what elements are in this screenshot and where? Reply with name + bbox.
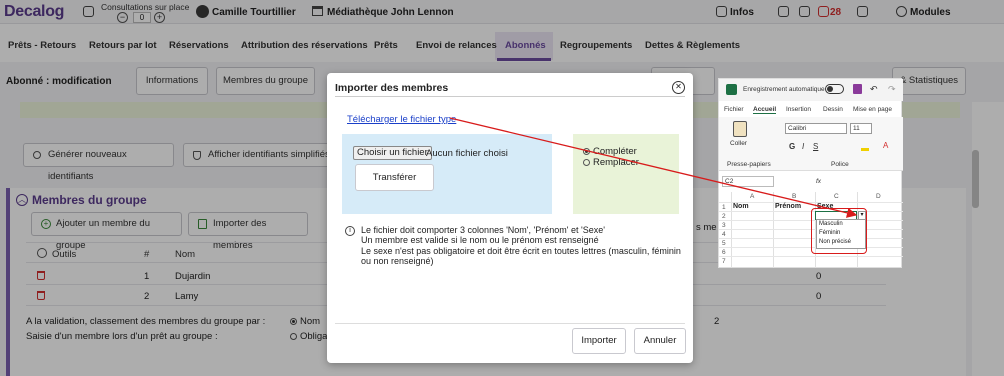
import-modal: Importer des membres ✕ Télécharger le fi… (327, 73, 693, 363)
download-template-link[interactable]: Télécharger le fichier type (347, 114, 456, 125)
transfer-button[interactable]: Transférer (355, 164, 434, 191)
excel-ribbon: Coller Presse-papiers Calibri 11 G I S A… (719, 117, 903, 171)
divider (335, 323, 685, 324)
option-complete[interactable]: Compléter (583, 146, 637, 157)
option-complete-label: Compléter (593, 146, 637, 157)
bold-icon[interactable]: G (789, 142, 795, 151)
fill-color-icon[interactable] (861, 143, 869, 151)
redo-icon[interactable]: ↷ (888, 84, 896, 95)
radio-icon (583, 147, 590, 155)
paste-icon[interactable] (733, 121, 747, 137)
radio-icon (583, 158, 590, 166)
info-line: Le fichier doit comporter 3 colonnes 'No… (361, 225, 605, 235)
ribbon-tab[interactable]: Dessin (823, 106, 843, 113)
row-header[interactable]: 7 (722, 258, 726, 265)
font-group-label: Police (831, 161, 849, 168)
excel-inset: Enregistrement automatique ↶ ↷ Fichier A… (718, 78, 903, 268)
underline-icon[interactable]: S (813, 142, 818, 151)
font-size: 11 (853, 125, 860, 132)
excel-ribbon-tabs: Fichier Accueil Insertion Dessin Mise en… (719, 103, 903, 117)
undo-icon[interactable]: ↶ (870, 84, 878, 95)
excel-titlebar: Enregistrement automatique ↶ ↷ (719, 79, 903, 101)
row-header[interactable]: 5 (722, 240, 726, 247)
row-header[interactable]: 1 (722, 204, 726, 211)
cell-reference: C2 (725, 178, 734, 185)
name-box[interactable]: C2 (722, 176, 774, 187)
info-line: Un membre est valide si le nom ou le pré… (361, 235, 599, 246)
italic-icon[interactable]: I (802, 142, 804, 151)
font-size-select[interactable]: 11 (850, 123, 872, 134)
row-header[interactable]: 6 (722, 249, 726, 256)
row-header[interactable]: 3 (722, 222, 726, 229)
font-color-icon[interactable]: A (883, 141, 888, 150)
column-header[interactable]: C (834, 193, 839, 200)
info-icon: i (345, 226, 355, 236)
highlight-box (811, 208, 867, 254)
fx-icon: fx (816, 178, 822, 185)
paste-label[interactable]: Coller (730, 140, 747, 147)
ribbon-tab-active[interactable]: Accueil (753, 106, 777, 114)
header-nom[interactable]: Nom (733, 203, 749, 210)
modal-title: Importer des membres (335, 82, 449, 94)
row-header[interactable]: 4 (722, 231, 726, 238)
choose-file-button[interactable]: Choisir un fichier (353, 146, 432, 160)
close-icon[interactable]: ✕ (672, 81, 685, 94)
column-header[interactable]: B (792, 193, 796, 200)
header-prenom[interactable]: Prénom (775, 203, 801, 210)
divider (335, 96, 685, 97)
ribbon-tab[interactable]: Mise en page (853, 106, 892, 113)
info-text: Le fichier doit comporter 3 colonnes 'No… (361, 225, 683, 267)
ribbon-tab[interactable]: Insertion (786, 106, 811, 113)
save-icon[interactable] (853, 84, 862, 94)
column-header[interactable]: A (750, 193, 754, 200)
ribbon-tab[interactable]: Fichier (724, 106, 744, 113)
font-name: Calibri (788, 125, 807, 132)
row-header[interactable]: 2 (722, 213, 726, 220)
option-replace-label: Remplacer (593, 157, 639, 168)
import-button[interactable]: Importer (572, 328, 626, 354)
clipboard-label: Presse-papiers (727, 161, 771, 168)
cancel-button[interactable]: Annuler (634, 328, 686, 354)
font-select[interactable]: Calibri (785, 123, 847, 134)
info-line: Le sexe n'est pas obligatoire et doit êt… (361, 245, 681, 267)
column-header[interactable]: D (876, 193, 881, 200)
gridline (719, 256, 903, 257)
no-file-label: Aucun fichier choisi (426, 148, 508, 159)
excel-icon (726, 84, 737, 95)
option-replace[interactable]: Remplacer (583, 157, 639, 168)
autosave-toggle[interactable] (825, 84, 844, 94)
autosave-label: Enregistrement automatique (743, 86, 825, 93)
